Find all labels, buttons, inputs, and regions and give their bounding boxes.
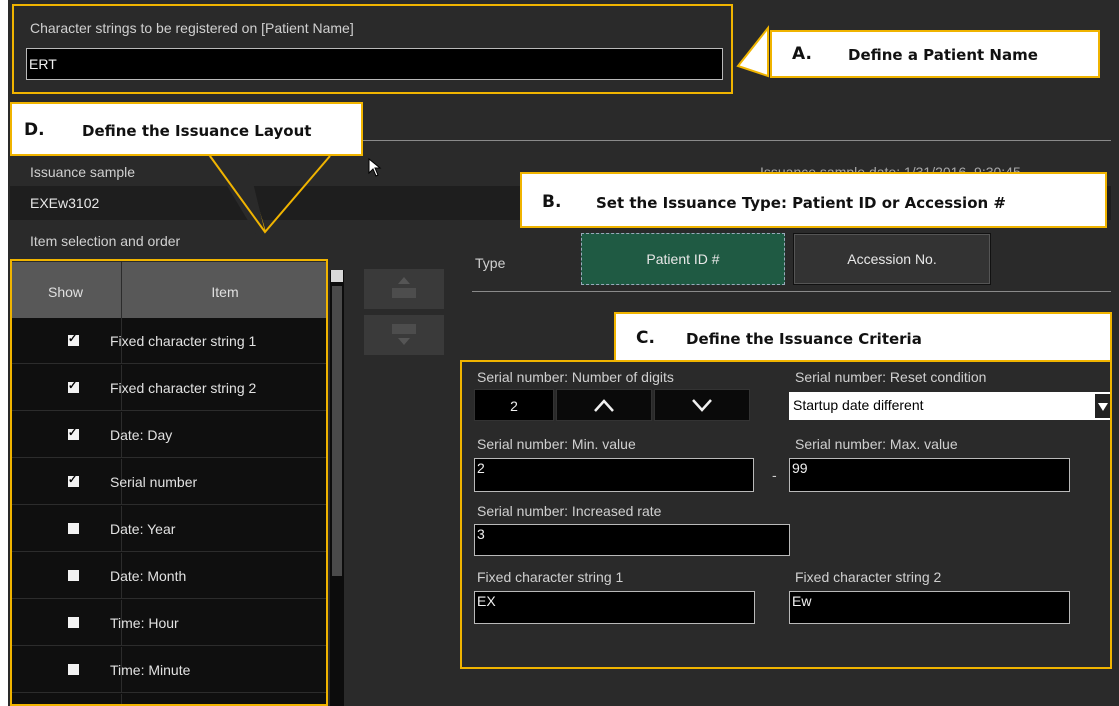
callout-d-letter: D. [24,120,45,140]
callout-b-text: Set the Issuance Type: Patient ID or Acc… [596,194,1006,212]
callout-d: D. Define the Issuance Layout [10,102,363,156]
callout-d-text: Define the Issuance Layout [82,122,312,140]
mouse-cursor-icon [368,158,382,177]
callout-b-letter: B. [542,192,562,212]
callout-c-text: Define the Issuance Criteria [686,330,922,348]
callout-a-text: Define a Patient Name [848,46,1038,64]
callout-c-letter: C. [636,328,655,348]
callout-b: B. Set the Issuance Type: Patient ID or … [520,172,1107,228]
callout-c: C. Define the Issuance Criteria [614,312,1112,362]
callout-a-letter: A. [792,44,812,64]
callout-a: A. Define a Patient Name [770,30,1100,78]
